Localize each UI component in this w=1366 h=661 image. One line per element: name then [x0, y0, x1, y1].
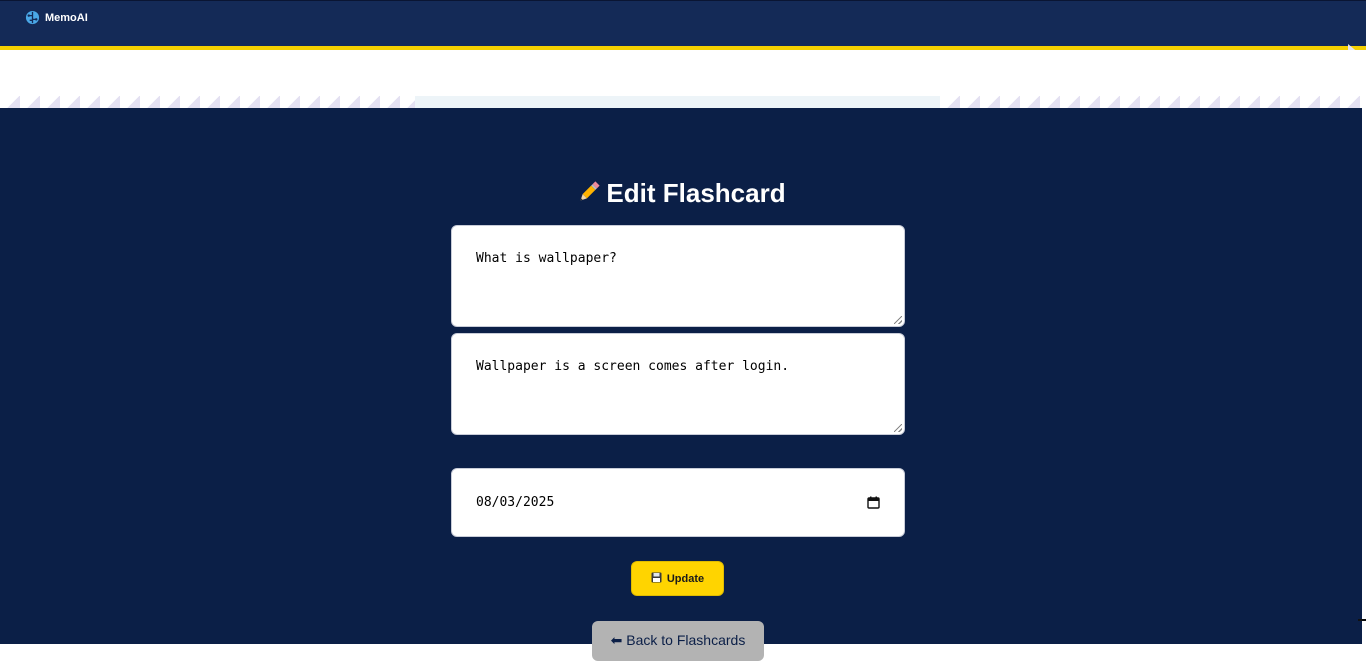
back-label: ⬅ Back to Flashcards: [610, 632, 746, 648]
scrollbar-thumb[interactable]: [1358, 619, 1366, 621]
brand-name: MemoAI: [45, 11, 88, 24]
update-label: Update: [666, 572, 705, 585]
resize-grip-icon[interactable]: [894, 424, 902, 432]
brain-icon: [25, 10, 40, 25]
scrollbar-track[interactable]: [1362, 108, 1366, 644]
decorative-tint: [415, 96, 940, 108]
calendar-icon[interactable]: [867, 496, 880, 509]
answer-textarea[interactable]: Wallpaper is a screen comes after login.: [451, 333, 905, 435]
floppy-disk-icon: [651, 572, 662, 586]
question-textarea[interactable]: What is wallpaper?: [451, 225, 905, 327]
review-date-input[interactable]: 08/03/2025: [451, 468, 905, 537]
update-button[interactable]: Update: [631, 561, 724, 596]
date-value: 08/03/2025: [476, 495, 555, 510]
page-title-text: Edit Flashcard: [606, 178, 786, 208]
top-navbar: MemoAI: [0, 0, 1366, 46]
page-title: Edit Flashcard: [0, 178, 1362, 212]
brand-logo[interactable]: MemoAI: [25, 10, 88, 25]
pencil-icon: [576, 179, 602, 212]
answer-text: Wallpaper is a screen comes after login.: [476, 359, 790, 374]
resize-grip-icon[interactable]: [894, 316, 902, 324]
question-text: What is wallpaper?: [476, 251, 617, 266]
back-to-flashcards-button[interactable]: ⬅ Back to Flashcards: [592, 621, 764, 661]
